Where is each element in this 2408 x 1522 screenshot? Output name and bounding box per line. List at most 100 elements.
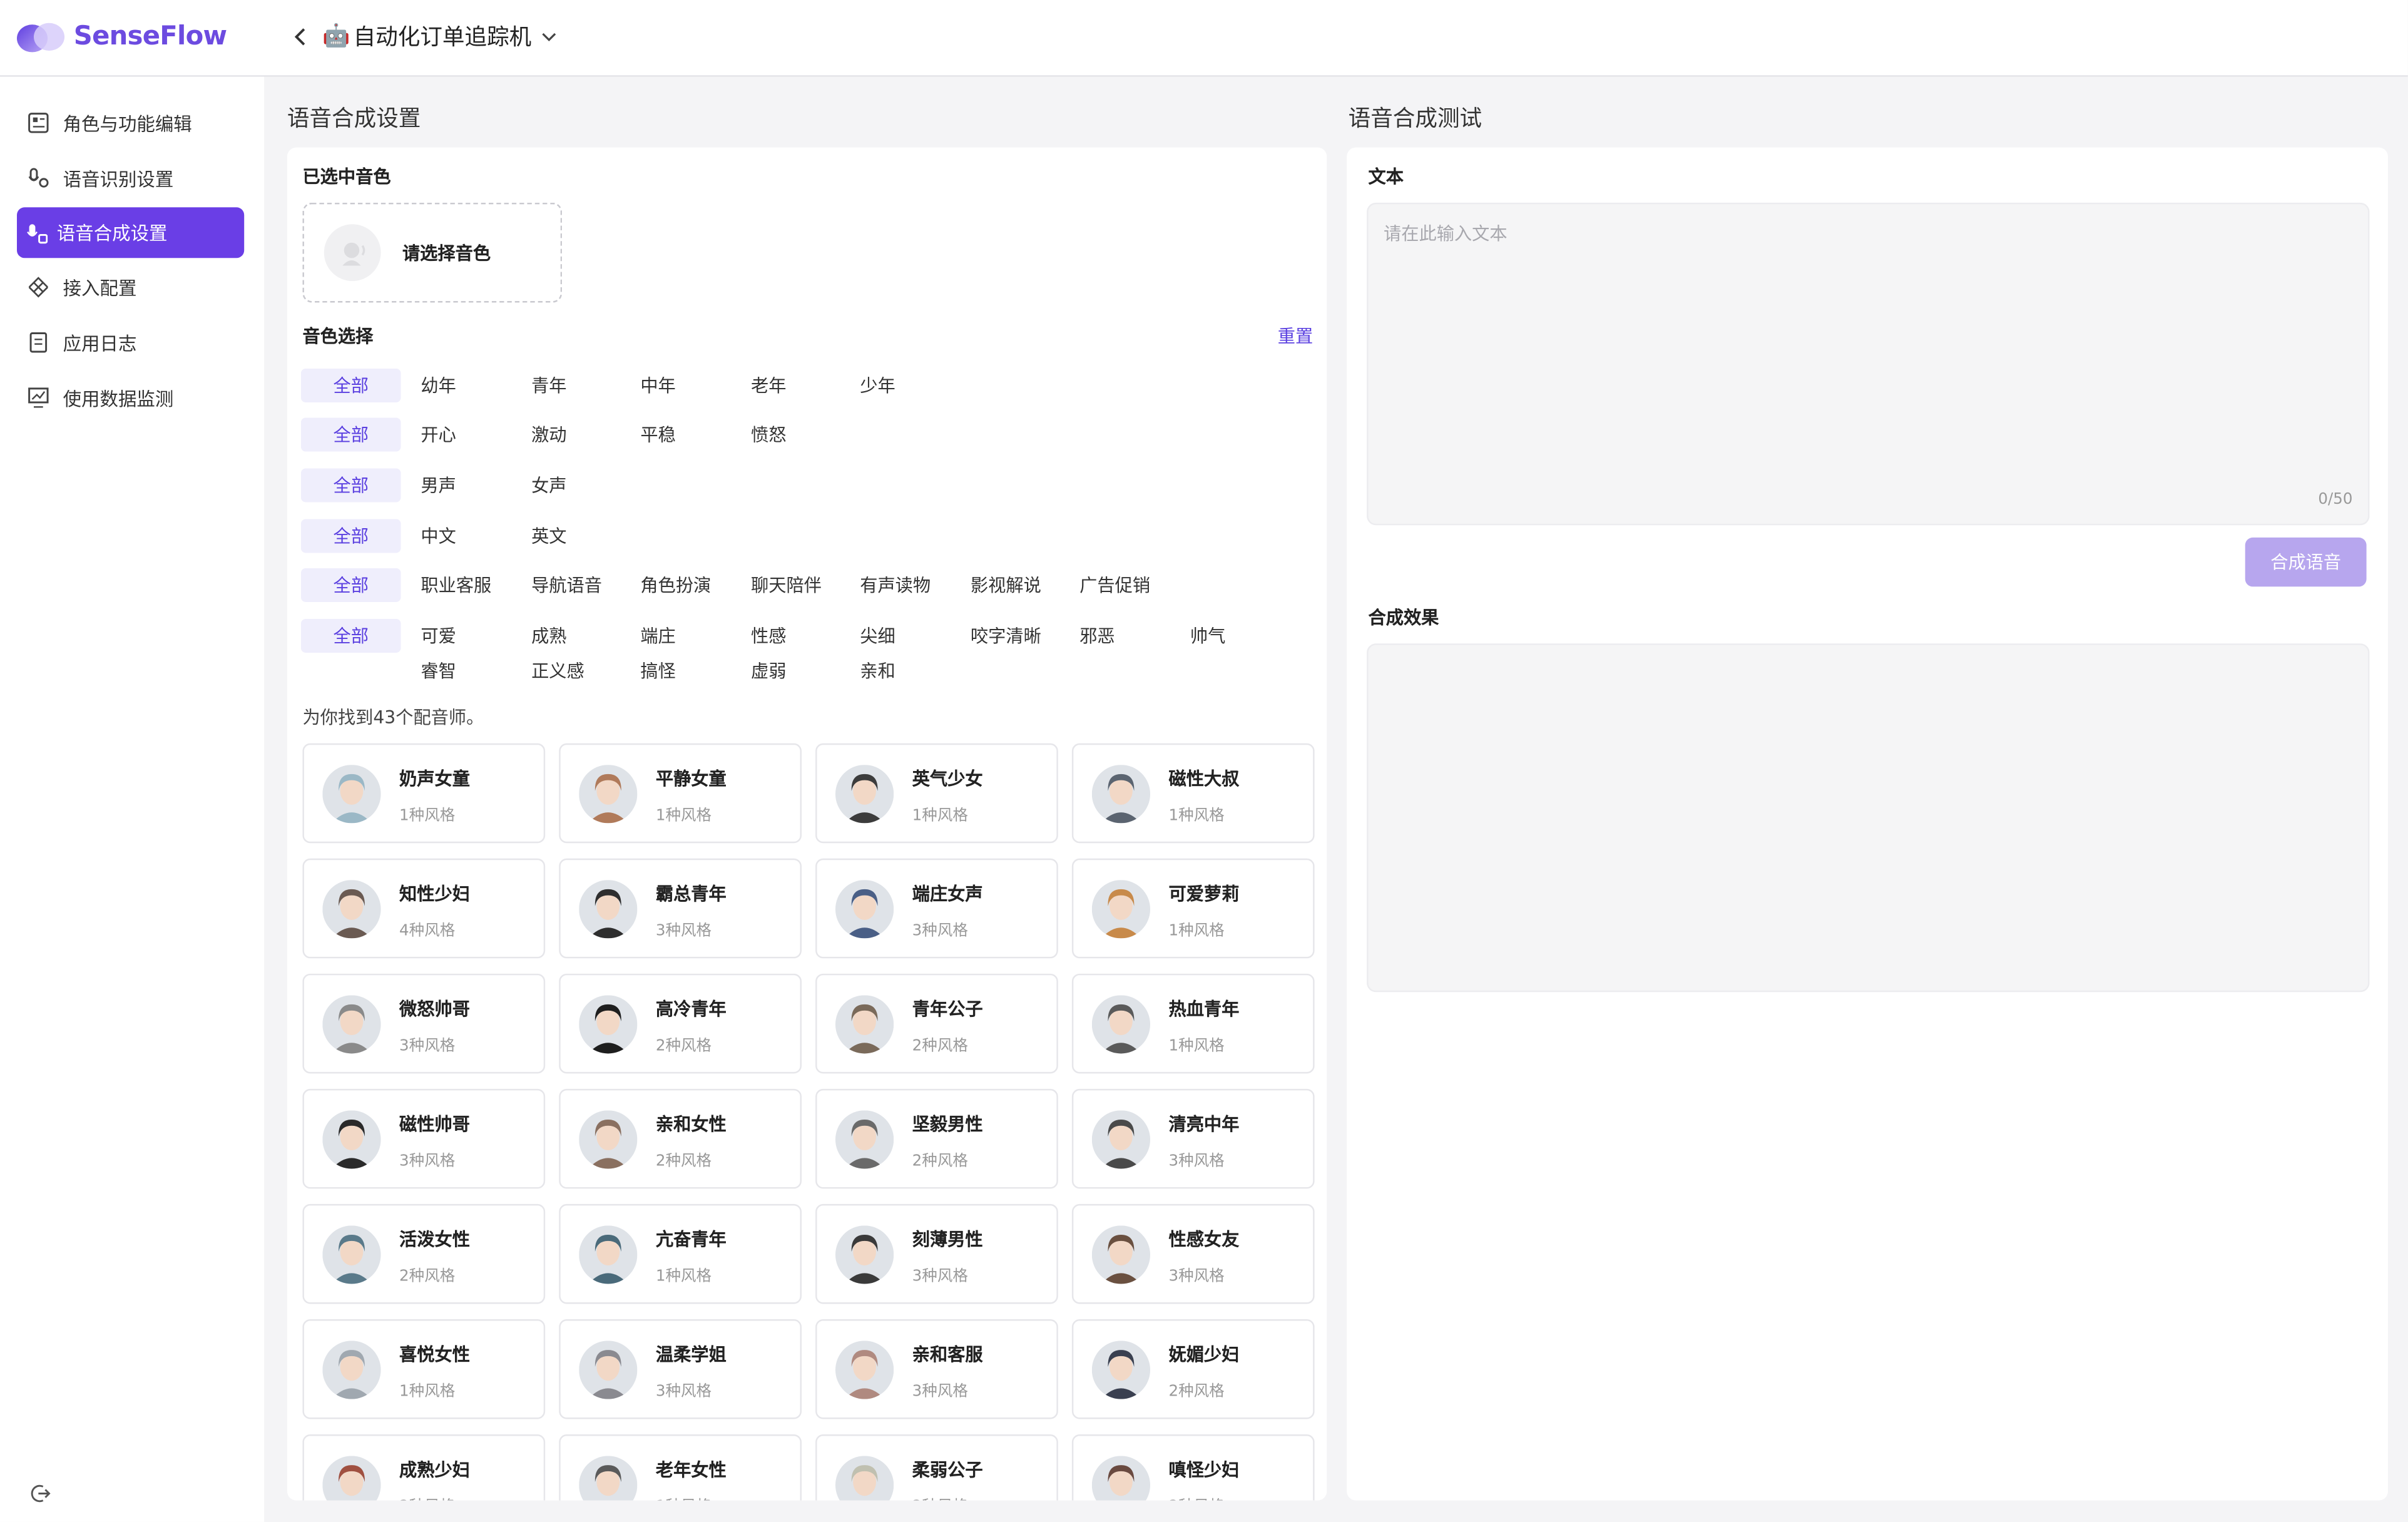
filter-all-chip[interactable]: 全部 <box>300 368 401 402</box>
filter-option[interactable]: 愤怒 <box>751 422 786 447</box>
voice-name: 性感女友 <box>1168 1228 1240 1250</box>
filter-option[interactable]: 老年 <box>751 373 786 397</box>
voice-card[interactable]: 端庄女声 3种风格 <box>815 858 1058 959</box>
filter-option[interactable]: 激动 <box>531 422 566 447</box>
voice-card[interactable]: 刻薄男性 3种风格 <box>815 1203 1058 1304</box>
selected-voice-box[interactable]: 请选择音色 <box>302 202 563 303</box>
voice-card[interactable]: 亲和客服 3种风格 <box>815 1319 1058 1419</box>
filter-option[interactable]: 中年 <box>640 373 675 397</box>
filter-option[interactable]: 可爱 <box>421 623 456 648</box>
voice-card[interactable]: 坚毅男性 2种风格 <box>815 1088 1058 1189</box>
filter-option[interactable]: 聊天陪伴 <box>751 573 822 597</box>
voice-card[interactable]: 清亮中年 3种风格 <box>1071 1088 1315 1189</box>
filter-option[interactable]: 职业客服 <box>421 573 491 597</box>
voice-card[interactable]: 可爱萝莉 1种风格 <box>1071 858 1315 959</box>
voice-card[interactable]: 温柔学姐 3种风格 <box>559 1319 802 1419</box>
voice-card[interactable]: 性感女友 3种风格 <box>1071 1203 1315 1304</box>
filter-option[interactable]: 开心 <box>421 422 456 447</box>
selected-voice-label: 已选中音色 <box>302 166 391 188</box>
voice-card[interactable]: 青年公子 2种风格 <box>815 973 1058 1074</box>
voice-card[interactable]: 活泼女性 2种风格 <box>302 1203 546 1304</box>
logo-icon <box>16 23 65 53</box>
filter-option[interactable]: 搞怪 <box>640 659 675 683</box>
synthesis-result-area <box>1367 643 2370 993</box>
sidebar-item-asr[interactable]: 语音识别设置 <box>17 153 244 203</box>
voice-card[interactable]: 英气少女 1种风格 <box>815 743 1058 844</box>
logout-icon[interactable] <box>31 1481 51 1510</box>
filter-option[interactable]: 影视解说 <box>971 573 1041 597</box>
filter-option[interactable]: 少年 <box>860 373 895 397</box>
filter-option[interactable]: 广告促销 <box>1079 573 1150 597</box>
voice-card[interactable]: 柔弱公子 2种风格 <box>815 1434 1058 1501</box>
filter-option[interactable]: 导航语音 <box>531 573 602 597</box>
voice-style-count: 4种风格 <box>399 922 456 940</box>
filter-option[interactable]: 虚弱 <box>751 659 786 683</box>
filter-option[interactable]: 亲和 <box>860 659 895 683</box>
sidebar-item-logs[interactable]: 应用日志 <box>17 318 244 367</box>
voice-card[interactable]: 成熟少妇 2种风格 <box>302 1434 546 1501</box>
voice-card[interactable]: 霸总青年 3种风格 <box>559 858 802 959</box>
voice-card[interactable]: 妩媚少妇 2种风格 <box>1071 1319 1315 1419</box>
filter-option[interactable]: 正义感 <box>531 659 584 683</box>
sidebar-item-label: 角色与功能编辑 <box>63 113 192 135</box>
chevron-left-icon[interactable] <box>292 25 310 46</box>
brand-logo[interactable]: SenseFlow <box>16 18 227 55</box>
voice-card[interactable]: 亲和女性 2种风格 <box>559 1088 802 1189</box>
voice-card[interactable]: 嗔怪少妇 2种风格 <box>1071 1434 1315 1501</box>
voice-card[interactable]: 热血青年 1种风格 <box>1071 973 1315 1074</box>
filter-option[interactable]: 中文 <box>421 524 456 548</box>
filter-option[interactable]: 帅气 <box>1190 623 1225 648</box>
filter-all-chip[interactable]: 全部 <box>300 618 401 653</box>
voice-card[interactable]: 平静女童 1种风格 <box>559 743 802 844</box>
filter-all-chip[interactable]: 全部 <box>300 519 401 553</box>
voice-style-count: 3种风格 <box>1168 1269 1225 1285</box>
settings-title: 语音合成设置 <box>287 107 421 133</box>
filter-option[interactable]: 性感 <box>751 623 786 648</box>
filter-option[interactable]: 尖细 <box>860 623 895 648</box>
filter-option[interactable]: 女声 <box>531 473 566 498</box>
voice-card[interactable]: 磁性帅哥 3种风格 <box>302 1088 546 1189</box>
voice-name: 妩媚少妇 <box>1168 1344 1240 1366</box>
sidebar-item-role-edit[interactable]: 角色与功能编辑 <box>17 98 244 148</box>
app-title-bar[interactable]: 🤖 自动化订单追踪机 <box>292 20 558 53</box>
filter-option[interactable]: 角色扮演 <box>640 573 711 597</box>
voice-card[interactable]: 微怒帅哥 3种风格 <box>302 973 546 1074</box>
voice-card[interactable]: 奶声女童 1种风格 <box>302 743 546 844</box>
sidebar-item-tts[interactable]: 语音合成设置 <box>16 207 245 258</box>
filter-option[interactable]: 邪恶 <box>1079 623 1115 648</box>
sidebar-item-integration[interactable]: 接入配置 <box>17 263 244 312</box>
filter-row: 全部 可爱 成熟 端庄 性感 尖细 咬字清晰 邪恶 帅气睿智 正义感 搞怪 虚弱 亲和 <box>300 618 1315 682</box>
chevron-down-icon[interactable] <box>541 30 558 43</box>
filter-all-chip[interactable]: 全部 <box>300 568 401 602</box>
voice-card[interactable]: 亢奋青年 1种风格 <box>559 1203 802 1304</box>
voice-synthesis-icon <box>26 222 48 243</box>
filter-option[interactable]: 男声 <box>421 473 456 498</box>
filter-option[interactable]: 睿智 <box>421 659 456 683</box>
filter-option[interactable]: 幼年 <box>421 373 456 397</box>
voice-card[interactable]: 磁性大叔 1种风格 <box>1071 743 1315 844</box>
sidebar-item-monitor[interactable]: 使用数据监测 <box>17 373 244 422</box>
filter-option[interactable]: 英文 <box>531 524 566 548</box>
filter-row: 全部 男声 女声 <box>300 468 1315 503</box>
text-input[interactable]: 请在此输入文本 0/50 <box>1367 202 2370 526</box>
filter-option[interactable]: 平稳 <box>640 422 675 447</box>
test-title: 语音合成测试 <box>1348 107 1482 133</box>
voice-card[interactable]: 喜悦女性 1种风格 <box>302 1319 546 1419</box>
filter-option[interactable]: 青年 <box>531 373 566 397</box>
filter-option[interactable]: 有声读物 <box>860 573 931 597</box>
chart-monitor-icon <box>28 387 49 408</box>
voice-card[interactable]: 高冷青年 2种风格 <box>559 973 802 1074</box>
filter-option[interactable]: 端庄 <box>640 623 675 648</box>
sidebar-item-label: 应用日志 <box>63 332 137 354</box>
reset-button[interactable]: 重置 <box>1278 324 1313 349</box>
filter-option[interactable]: 成熟 <box>531 623 566 648</box>
synthesize-button[interactable]: 合成语音 <box>2245 537 2367 587</box>
voice-style-count: 1种风格 <box>1168 1038 1225 1055</box>
voice-card[interactable]: 老年女性 1种风格 <box>559 1434 802 1501</box>
filter-all-chip[interactable]: 全部 <box>300 468 401 503</box>
voice-avatar <box>579 1341 638 1399</box>
filter-all-chip[interactable]: 全部 <box>300 417 401 452</box>
voice-name: 高冷青年 <box>655 998 727 1020</box>
voice-card[interactable]: 知性少妇 4种风格 <box>302 858 546 959</box>
filter-option[interactable]: 咬字清晰 <box>971 623 1041 648</box>
